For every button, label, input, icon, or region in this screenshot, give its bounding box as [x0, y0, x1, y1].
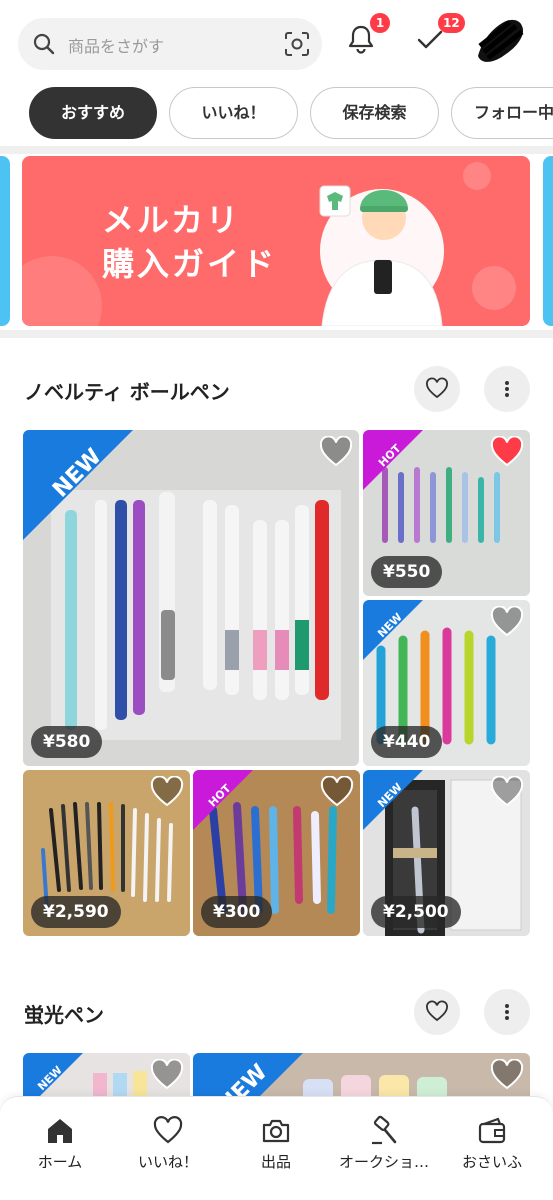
product-card[interactable]: HOT ¥300	[193, 770, 360, 936]
header: 商品をさがす 1 12	[0, 0, 553, 84]
price-tag: ¥550	[371, 556, 443, 588]
nav-label: いいね！	[137, 1153, 198, 1171]
heart-icon[interactable]	[150, 776, 184, 808]
section-divider	[0, 330, 553, 338]
heart-outline-icon	[426, 377, 448, 399]
price-tag: ¥440	[371, 726, 443, 758]
heart-icon[interactable]	[490, 1059, 524, 1091]
banner-prev-peek[interactable]	[0, 156, 10, 326]
heart-icon	[153, 1116, 183, 1144]
tab-likes[interactable]: いいね！	[169, 87, 298, 139]
home-icon	[48, 1119, 72, 1143]
more-vertical-icon	[505, 381, 509, 397]
notification-badge: 1	[370, 13, 390, 33]
camera-icon	[262, 1119, 290, 1143]
section-more-button[interactable]	[484, 989, 530, 1035]
banner-line2: 購入ガイド	[102, 245, 278, 283]
price-tag: ¥300	[201, 896, 273, 928]
nav-label: 出品	[260, 1153, 291, 1171]
wallet-icon	[478, 1117, 506, 1144]
heart-icon[interactable]	[490, 776, 524, 808]
new-ribbon: NEW	[363, 600, 423, 660]
new-ribbon: NEW	[23, 430, 133, 540]
bottom-navigation: ホーム いいね！ 出品 オークショ… おさいふ	[0, 1096, 553, 1200]
product-card[interactable]: NEW ¥2,500	[363, 770, 530, 936]
price-tag: ¥2,500	[371, 896, 461, 928]
tab-saved-search[interactable]: 保存検索	[310, 87, 439, 139]
nav-home[interactable]: ホーム	[5, 1115, 115, 1172]
search-icon	[33, 33, 55, 55]
product-card[interactable]: ¥2,590	[23, 770, 190, 936]
avatar[interactable]	[470, 12, 530, 68]
nav-label: ホーム	[37, 1153, 83, 1171]
banner-line1: メルカリ	[102, 201, 242, 239]
purchase-guide-banner[interactable]: メルカリ 購入ガイド	[22, 156, 530, 326]
new-ribbon: NEW	[363, 770, 423, 830]
heart-filled-icon[interactable]	[490, 436, 524, 468]
section-divider	[0, 146, 553, 154]
banner-title: メルカリ 購入ガイド	[102, 198, 277, 286]
product-card[interactable]: NEW ¥440	[363, 600, 530, 766]
heart-icon[interactable]	[320, 776, 354, 808]
section-more-button[interactable]	[484, 366, 530, 412]
nav-label: オークショ…	[338, 1153, 429, 1171]
price-tag: ¥580	[31, 726, 103, 758]
tab-following[interactable]: フォロー中	[451, 87, 553, 139]
nav-wallet[interactable]: おさいふ	[437, 1115, 547, 1172]
image-search-icon[interactable]	[284, 31, 310, 57]
search-input[interactable]: 商品をさがす	[68, 33, 164, 57]
tab-recommended[interactable]: おすすめ	[29, 87, 157, 139]
heart-icon[interactable]	[490, 606, 524, 638]
search-bar[interactable]: 商品をさがす	[18, 18, 322, 70]
heart-outline-icon	[426, 1000, 448, 1022]
like-section-button[interactable]	[414, 366, 460, 412]
hot-ribbon: HOT	[193, 770, 253, 830]
more-vertical-icon	[505, 1004, 509, 1020]
category-tabs: おすすめ いいね！ 保存検索 フォロー中	[0, 86, 553, 140]
todo-badge: 12	[438, 13, 465, 33]
nav-sell[interactable]: 出品	[221, 1115, 331, 1172]
nav-auction[interactable]: オークショ…	[329, 1115, 439, 1172]
product-card[interactable]: NEW ¥580	[23, 430, 359, 766]
price-tag: ¥2,590	[31, 896, 121, 928]
heart-icon[interactable]	[150, 1059, 184, 1091]
hot-ribbon: HOT	[363, 430, 423, 490]
nav-label: おさいふ	[461, 1153, 522, 1171]
heart-icon[interactable]	[319, 436, 353, 468]
banner-next-peek[interactable]	[543, 156, 553, 326]
product-card[interactable]: HOT ¥550	[363, 430, 530, 596]
gavel-icon	[372, 1115, 397, 1145]
section-title: ノベルティ ボールペン	[24, 380, 230, 404]
like-section-button[interactable]	[414, 989, 460, 1035]
section-title: 蛍光ペン	[24, 1003, 104, 1027]
nav-likes[interactable]: いいね！	[113, 1115, 223, 1172]
